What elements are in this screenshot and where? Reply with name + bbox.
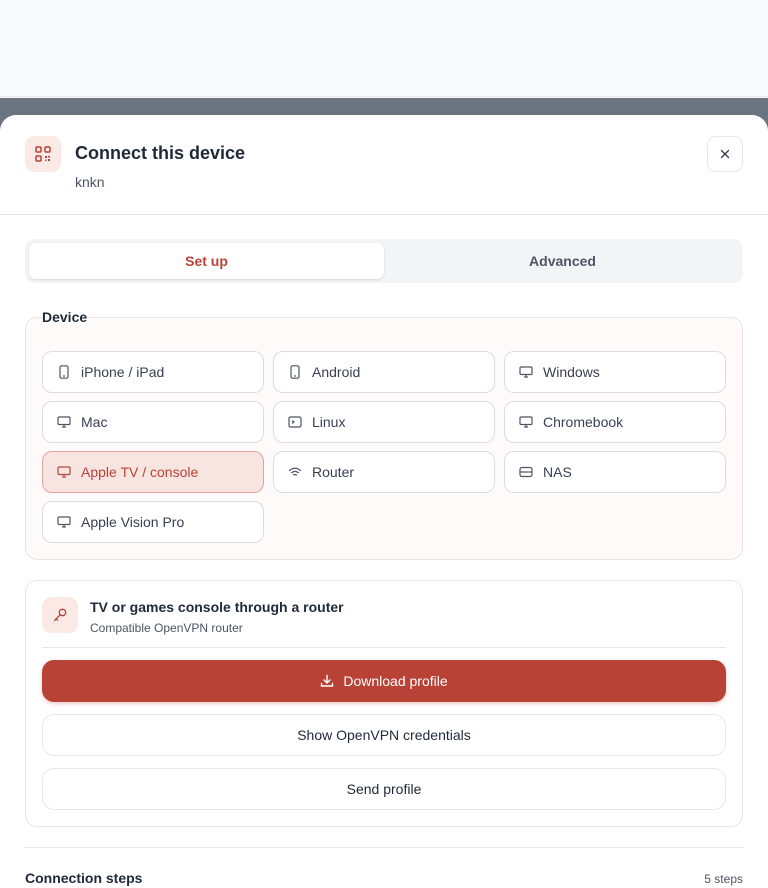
- tv-icon: [57, 465, 71, 479]
- device-option-label: Mac: [81, 414, 108, 430]
- device-option-label: Apple Vision Pro: [81, 514, 185, 530]
- download-profile-label: Download profile: [343, 673, 448, 689]
- device-option-label: Router: [312, 464, 355, 480]
- device-option-chromebook[interactable]: Chromebook: [504, 401, 726, 443]
- close-button[interactable]: [707, 136, 743, 172]
- device-option-apple-tv-console[interactable]: Apple TV / console: [42, 451, 264, 493]
- device-option-iphone-ipad[interactable]: iPhone / iPad: [42, 351, 264, 393]
- device-option-label: Android: [312, 364, 361, 380]
- device-option-label: Chromebook: [543, 414, 624, 430]
- tab-advanced[interactable]: Advanced: [385, 243, 740, 279]
- device-option-apple-vision-pro[interactable]: Apple Vision Pro: [42, 501, 264, 543]
- dialog-title: Connect this device: [75, 143, 246, 163]
- phone-icon: [57, 365, 71, 379]
- device-option-label: NAS: [543, 464, 572, 480]
- device-option-windows[interactable]: Windows: [504, 351, 726, 393]
- send-profile-button[interactable]: Send profile: [42, 768, 726, 810]
- device-legend: Device: [42, 309, 88, 325]
- connection-steps-heading[interactable]: Connection steps: [25, 870, 142, 886]
- download-profile-button[interactable]: Download profile: [42, 660, 726, 702]
- divider: [25, 847, 743, 848]
- download-icon: [320, 674, 334, 688]
- tab-set-up[interactable]: Set up: [29, 243, 384, 279]
- profile-card: TV or games console through a router Com…: [25, 580, 743, 827]
- steps-count: 5 steps: [704, 872, 743, 886]
- monitor-icon: [519, 365, 533, 379]
- key-icon: [42, 597, 78, 633]
- close-icon: [720, 149, 730, 159]
- show-openvpn-credentials-button[interactable]: Show OpenVPN credentials: [42, 714, 726, 756]
- divider: [42, 647, 726, 648]
- monitor-icon: [57, 515, 71, 529]
- device-option-label: Apple TV / console: [81, 464, 199, 480]
- device-option-android[interactable]: Android: [273, 351, 495, 393]
- tab-bar: Set up Advanced: [25, 239, 743, 283]
- dialog-header: Connect this device knkn: [0, 115, 768, 215]
- monitor-icon: [519, 415, 533, 429]
- device-option-nas[interactable]: NAS: [504, 451, 726, 493]
- phone-icon: [288, 365, 302, 379]
- qr-code-icon: [25, 136, 61, 172]
- profile-subtitle: Compatible OpenVPN router: [90, 621, 243, 635]
- device-option-linux[interactable]: Linux: [273, 401, 495, 443]
- profile-title: TV or games console through a router: [90, 599, 344, 615]
- device-option-label: Windows: [543, 364, 600, 380]
- background-page: [0, 0, 768, 97]
- wifi-icon: [288, 465, 302, 479]
- storage-icon: [519, 465, 533, 479]
- device-option-label: Linux: [312, 414, 346, 430]
- dialog-subtitle: knkn: [75, 174, 105, 190]
- connect-device-dialog: Connect this device knkn Set up Advanced…: [0, 115, 768, 888]
- terminal-icon: [288, 415, 302, 429]
- monitor-icon: [57, 415, 71, 429]
- device-option-mac[interactable]: Mac: [42, 401, 264, 443]
- device-option-label: iPhone / iPad: [81, 364, 165, 380]
- device-option-router[interactable]: Router: [273, 451, 495, 493]
